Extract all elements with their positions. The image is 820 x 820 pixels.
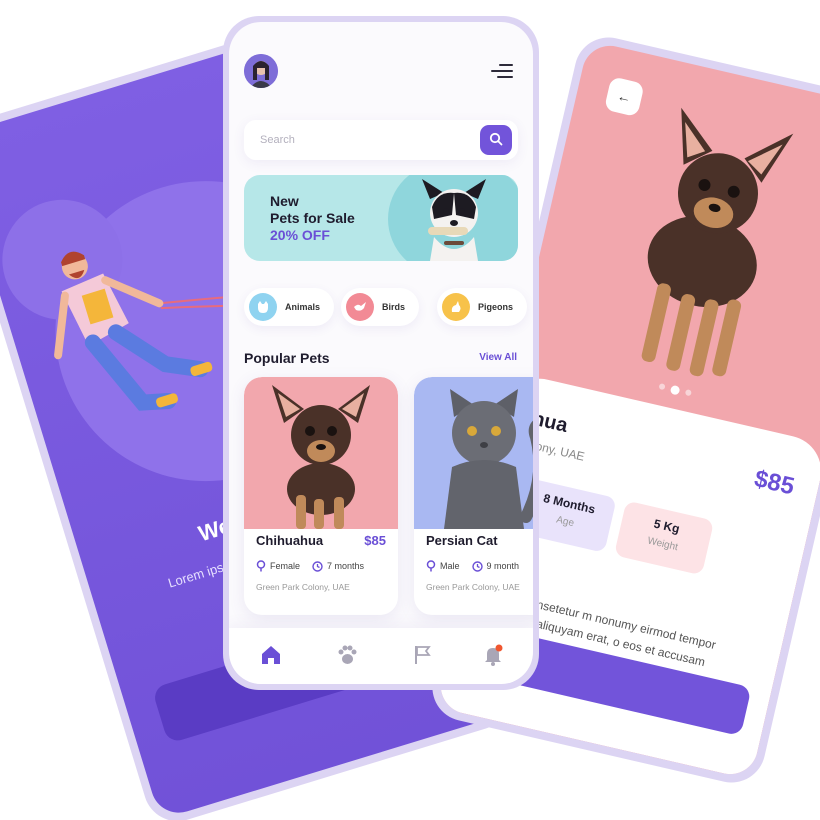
banner-title: New — [270, 193, 299, 209]
bird-icon — [346, 293, 374, 321]
bottom-tab-bar — [229, 628, 533, 684]
pet-photo-chihuahua — [244, 377, 398, 529]
pet-name: Chihuahua — [256, 533, 324, 548]
search-bar — [244, 120, 518, 160]
dog-icon — [249, 293, 277, 321]
pet-location: Green Park Colony, UAE — [256, 582, 350, 592]
pet-price: $85 — [364, 533, 386, 548]
category-birds[interactable]: Birds — [341, 288, 420, 326]
promo-banner[interactable]: New Pets for Sale 20% OFF — [244, 175, 518, 261]
home-phone: New Pets for Sale 20% OFF — [223, 16, 539, 690]
pet-photo-persian-cat — [414, 377, 533, 529]
pet-gender: Male — [440, 561, 460, 571]
clock-icon — [312, 560, 323, 572]
stat-weight: 5 Kg Weight — [613, 500, 715, 576]
pet-gender: Female — [270, 561, 301, 571]
banner-discount: 20% OFF — [270, 227, 330, 243]
flag-icon — [415, 646, 431, 664]
carousel-dot-active[interactable] — [669, 384, 681, 396]
category-animals[interactable]: Animals — [244, 288, 335, 326]
avatar[interactable] — [244, 54, 278, 88]
bell-icon — [485, 644, 503, 666]
carousel-dot[interactable] — [684, 388, 692, 397]
view-all-link[interactable]: View All — [479, 352, 517, 363]
banner-subtitle: Pets for Sale — [270, 210, 355, 226]
search-button[interactable] — [480, 125, 512, 155]
clock-icon — [471, 560, 483, 572]
pet-card[interactable]: Chihuahua $85 Female 7 months Green Park… — [244, 377, 398, 615]
chihuahua-photo — [641, 107, 794, 377]
home-icon — [262, 646, 280, 664]
carousel-dot[interactable] — [657, 382, 666, 391]
paw-icon — [338, 645, 357, 664]
pet-age: 7 months — [327, 561, 365, 571]
pet-card[interactable]: Persian Cat $ Male 9 month Green Park Co… — [414, 377, 533, 615]
search-icon — [489, 132, 503, 145]
pet-age: 9 month — [486, 561, 520, 571]
menu-icon[interactable] — [491, 64, 513, 80]
category-label: Pigeons — [478, 302, 514, 312]
pet-name: Persian Cat — [426, 533, 498, 548]
section-title: Popular Pets — [244, 350, 330, 366]
home-screen: New Pets for Sale 20% OFF — [229, 22, 533, 684]
user-avatar-icon — [244, 54, 278, 88]
arrow-left-icon: ← — [615, 87, 633, 107]
gender-icon — [256, 560, 266, 572]
detail-price: $85 — [751, 465, 797, 501]
pet-location: Green Park Colony, UAE — [426, 582, 520, 592]
category-label: Animals — [285, 302, 321, 312]
search-input[interactable] — [260, 120, 460, 160]
tab-notifications[interactable] — [481, 644, 505, 668]
tab-saved[interactable] — [411, 644, 435, 668]
dog-photo — [422, 179, 486, 261]
tab-home[interactable] — [259, 644, 283, 668]
category-label: Birds — [382, 302, 406, 312]
gender-icon — [426, 560, 436, 572]
pet-meta: Male 9 month — [426, 560, 519, 572]
pet-meta: Female 7 months — [256, 560, 364, 572]
category-list: Animals Birds Pigeons — [244, 288, 533, 328]
category-pigeons[interactable]: Pigeons — [437, 288, 528, 326]
pigeon-icon — [442, 293, 470, 321]
tab-pets[interactable] — [335, 644, 359, 668]
